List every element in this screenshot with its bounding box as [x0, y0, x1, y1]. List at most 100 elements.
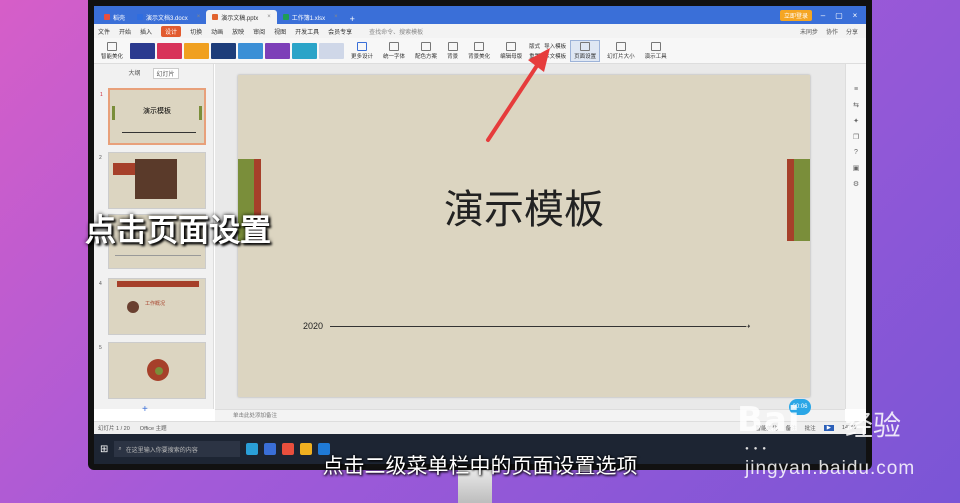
color-scheme-button[interactable]: 配色方案 [412, 41, 440, 61]
slide-number: 4 [99, 281, 102, 287]
font-icon [389, 41, 400, 51]
property-icon[interactable]: ≡ [854, 86, 858, 93]
settings-icon[interactable]: ⚙ [853, 180, 859, 188]
page-setup-icon [580, 41, 591, 51]
tab-doc[interactable]: 演示文档3.docx × [131, 10, 206, 24]
baidu-watermark: Bai 经验 [737, 400, 901, 442]
comment-toggle[interactable]: 批注 [805, 424, 816, 432]
theme-thumb[interactable] [238, 42, 264, 59]
slide-thumb[interactable]: 2 [99, 152, 206, 209]
slide-thumb[interactable]: 4 工作概况 [99, 278, 206, 335]
annotation-arrow [486, 48, 550, 142]
slide-number: 2 [99, 155, 102, 161]
theme-thumb[interactable] [130, 42, 156, 59]
tab-outline[interactable]: 大纲 [128, 68, 140, 79]
menu-member[interactable]: 会员专享 [328, 27, 352, 36]
menu-slideshow[interactable]: 放映 [232, 27, 244, 36]
thumb-title: 演示模板 [143, 108, 171, 115]
background-icon [447, 41, 458, 51]
excel-icon [282, 14, 289, 20]
animation-icon[interactable]: ⇆ [853, 101, 859, 109]
document-tab-bar: 稻壳 演示文档3.docx × 演示文稿.pptx × 工作簿1.xlsx × + 立… [94, 6, 866, 24]
image-icon[interactable]: ▣ [853, 164, 860, 172]
thumb-photo [127, 301, 139, 313]
menu-transition[interactable]: 切换 [190, 27, 202, 36]
login-button[interactable]: 立即登录 [779, 9, 812, 21]
menu-home[interactable]: 开始 [119, 27, 131, 36]
theme-name: Office 主题 [139, 426, 167, 432]
background-button[interactable]: 背景 [444, 41, 461, 61]
menu-review[interactable]: 审阅 [253, 27, 265, 36]
menu-bar: 文件 开始 插入 设计 切换 动画 放映 审阅 视图 开发工具 会员专享 查找命… [94, 24, 866, 38]
close-icon[interactable]: × [334, 14, 338, 20]
theme-thumb[interactable] [292, 42, 318, 59]
help-icon[interactable]: ? [854, 149, 858, 156]
unify-font-button[interactable]: 统一字体 [380, 41, 408, 61]
slide-year[interactable]: 2020 [303, 321, 323, 331]
thumb-deco [155, 367, 163, 375]
slide-thumb[interactable]: 1 演示模板 [100, 88, 206, 145]
watermark-url: jingyan.baidu.com [745, 458, 916, 479]
theme-thumb[interactable] [265, 42, 291, 59]
ppt-icon [212, 14, 219, 20]
thumb-line [122, 132, 196, 133]
menu-right: 未同步 协作 分享 [800, 27, 866, 36]
baidu-logo: Bai [737, 400, 801, 440]
tab-xlsx[interactable]: 工作簿1.xlsx × [277, 10, 344, 24]
page-setup-button[interactable]: 页面设置 [570, 39, 601, 62]
palette-icon [421, 41, 432, 51]
tab-docer[interactable]: 稻壳 [98, 10, 131, 24]
slide-size-icon [615, 41, 626, 51]
slide-title[interactable]: 演示模板 [238, 177, 810, 235]
slide-number: 1 [100, 92, 103, 98]
titlebar-right: 立即登录 – ▢ × [779, 6, 866, 24]
more-design-icon [357, 41, 368, 51]
slide-thumb[interactable]: 5 [99, 342, 206, 399]
restore-icon[interactable]: ▢ [834, 11, 844, 20]
slide-number: 5 [99, 345, 102, 351]
panel-tabs: 大纲 幻灯片 [94, 64, 213, 79]
theme-thumb[interactable] [211, 42, 237, 59]
smart-beautify-button[interactable]: 智能美化 [98, 41, 126, 61]
more-design-button[interactable]: 更多设计 [348, 41, 376, 61]
arrow-right-icon: ➝ [743, 321, 751, 331]
new-tab-button[interactable]: + [344, 14, 361, 24]
menu-insert[interactable]: 插入 [140, 27, 152, 36]
docer-icon [104, 14, 110, 20]
beautify-icon [107, 41, 117, 51]
theme-thumb[interactable] [157, 42, 183, 59]
theme-thumb[interactable] [319, 42, 345, 59]
thumb-title: 工作概况 [145, 301, 166, 307]
collab-button[interactable]: 协作 [826, 27, 838, 36]
menu-animation[interactable]: 动画 [211, 27, 223, 36]
menu-developer[interactable]: 开发工具 [295, 27, 319, 36]
share-button[interactable]: 分享 [846, 27, 858, 36]
copy-icon[interactable]: ❐ [853, 133, 859, 141]
timeline-line [330, 326, 746, 327]
right-side-toolbar: ≡ ⇆ ✦ ❐ ? ▣ ⚙ [845, 64, 866, 409]
word-icon [137, 14, 144, 20]
add-slide-button[interactable]: + [142, 404, 148, 415]
play-icon[interactable]: ▶ [823, 425, 834, 431]
tab-pptx[interactable]: 演示文稿.pptx × [206, 10, 277, 24]
tools-icon [650, 41, 661, 51]
sync-status[interactable]: 未同步 [800, 27, 818, 36]
thumb-line [115, 255, 201, 256]
theme-thumb[interactable] [184, 42, 210, 59]
tab-slides[interactable]: 幻灯片 [152, 68, 179, 79]
menu-file[interactable]: 文件 [98, 27, 110, 36]
watermark-text: 经验 [845, 409, 902, 442]
close-icon[interactable]: × [197, 14, 201, 20]
minimize-icon[interactable]: – [818, 11, 828, 20]
close-icon[interactable]: × [267, 14, 271, 20]
slide-size-button[interactable]: 幻灯片大小 [604, 41, 638, 61]
close-window-icon[interactable]: × [850, 11, 860, 20]
menu-design[interactable]: 设计 [161, 25, 182, 37]
wand-icon[interactable]: ✦ [853, 117, 859, 125]
slide-counter: 幻灯片 1 / 20 [98, 426, 130, 432]
command-search[interactable]: 查找命令、搜索模板 [369, 27, 423, 36]
theme-gallery [130, 42, 345, 59]
menu-view[interactable]: 视图 [274, 27, 286, 36]
tools-button[interactable]: 演示工具 [642, 41, 670, 61]
thumb-deco [117, 281, 199, 287]
